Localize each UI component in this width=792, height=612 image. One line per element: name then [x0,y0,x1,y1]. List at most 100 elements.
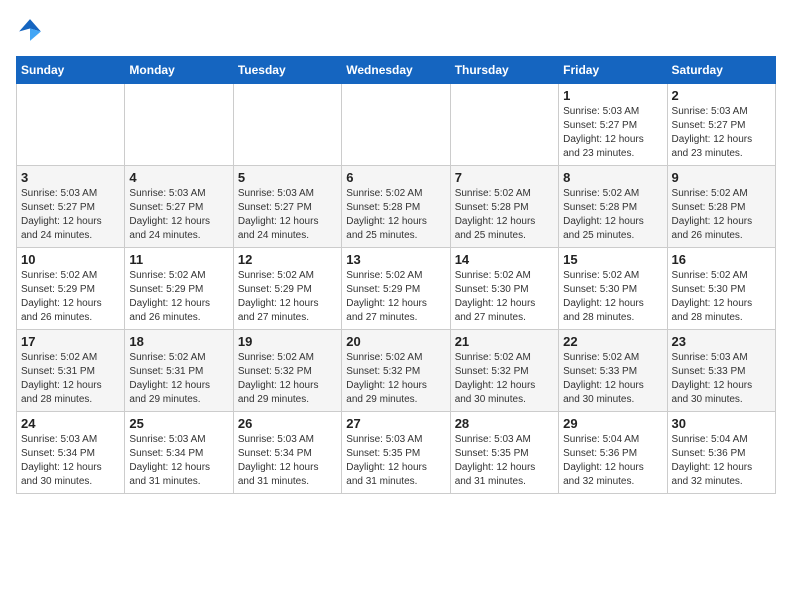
day-number: 3 [21,170,120,185]
day-info: Sunrise: 5:02 AM Sunset: 5:29 PM Dayligh… [129,269,228,325]
day-number: 21 [455,334,554,349]
day-info: Sunrise: 5:03 AM Sunset: 5:34 PM Dayligh… [21,433,120,489]
calendar-day-cell: 5 Sunrise: 5:03 AM Sunset: 5:27 PM Daylig… [233,166,341,248]
day-number: 29 [563,416,662,431]
calendar-day-cell [233,84,341,166]
calendar-day-cell: 16 Sunrise: 5:02 AM Sunset: 5:30 PM Dayli… [667,248,775,330]
day-number: 16 [672,252,771,267]
calendar-day-cell: 13 Sunrise: 5:02 AM Sunset: 5:29 PM Dayli… [342,248,450,330]
day-info: Sunrise: 5:02 AM Sunset: 5:30 PM Dayligh… [455,269,554,325]
calendar-day-cell: 19 Sunrise: 5:02 AM Sunset: 5:32 PM Dayli… [233,330,341,412]
day-number: 7 [455,170,554,185]
day-number: 5 [238,170,337,185]
day-number: 4 [129,170,228,185]
day-number: 19 [238,334,337,349]
day-info: Sunrise: 5:02 AM Sunset: 5:28 PM Dayligh… [455,187,554,243]
day-number: 24 [21,416,120,431]
day-info: Sunrise: 5:03 AM Sunset: 5:27 PM Dayligh… [672,105,771,161]
weekday-header: Monday [125,57,233,84]
calendar-week-row: 24 Sunrise: 5:03 AM Sunset: 5:34 PM Dayli… [17,412,776,494]
day-info: Sunrise: 5:02 AM Sunset: 5:29 PM Dayligh… [346,269,445,325]
weekday-header: Tuesday [233,57,341,84]
day-number: 27 [346,416,445,431]
page-header [16,16,776,44]
day-number: 1 [563,88,662,103]
weekday-header: Wednesday [342,57,450,84]
day-info: Sunrise: 5:03 AM Sunset: 5:35 PM Dayligh… [455,433,554,489]
calendar-day-cell: 29 Sunrise: 5:04 AM Sunset: 5:36 PM Dayli… [559,412,667,494]
day-info: Sunrise: 5:03 AM Sunset: 5:27 PM Dayligh… [563,105,662,161]
day-info: Sunrise: 5:04 AM Sunset: 5:36 PM Dayligh… [563,433,662,489]
calendar-day-cell: 17Sunrise: 5:02 AM Sunset: 5:31 PM Dayli… [17,330,125,412]
day-info: Sunrise: 5:02 AM Sunset: 5:29 PM Dayligh… [238,269,337,325]
weekday-header: Saturday [667,57,775,84]
calendar-week-row: 1 Sunrise: 5:03 AM Sunset: 5:27 PM Daylig… [17,84,776,166]
calendar-day-cell: 24 Sunrise: 5:03 AM Sunset: 5:34 PM Dayli… [17,412,125,494]
calendar-day-cell: 30Sunrise: 5:04 AM Sunset: 5:36 PM Dayli… [667,412,775,494]
calendar-week-row: 10 Sunrise: 5:02 AM Sunset: 5:29 PM Dayli… [17,248,776,330]
calendar-day-cell: 4 Sunrise: 5:03 AM Sunset: 5:27 PM Daylig… [125,166,233,248]
day-info: Sunrise: 5:03 AM Sunset: 5:27 PM Dayligh… [238,187,337,243]
calendar-day-cell: 8 Sunrise: 5:02 AM Sunset: 5:28 PM Daylig… [559,166,667,248]
day-number: 12 [238,252,337,267]
day-number: 30 [672,416,771,431]
calendar-day-cell: 21 Sunrise: 5:02 AM Sunset: 5:32 PM Dayli… [450,330,558,412]
calendar-day-cell: 27 Sunrise: 5:03 AM Sunset: 5:35 PM Dayli… [342,412,450,494]
day-info: Sunrise: 5:03 AM Sunset: 5:34 PM Dayligh… [129,433,228,489]
day-number: 15 [563,252,662,267]
calendar-day-cell [342,84,450,166]
day-info: Sunrise: 5:03 AM Sunset: 5:27 PM Dayligh… [129,187,228,243]
weekday-header-row: SundayMondayTuesdayWednesdayThursdayFrid… [17,57,776,84]
calendar-day-cell: 10 Sunrise: 5:02 AM Sunset: 5:29 PM Dayli… [17,248,125,330]
day-number: 14 [455,252,554,267]
calendar-day-cell: 20Sunrise: 5:02 AM Sunset: 5:32 PM Dayli… [342,330,450,412]
day-number: 25 [129,416,228,431]
day-number: 8 [563,170,662,185]
calendar-week-row: 17 Sunrise: 5:02 AM Sunset: 5:31 PM Dayli… [17,330,776,412]
day-info: Sunrise: 5:02 AM Sunset: 5:32 PM Dayligh… [455,351,554,407]
day-info: Sunrise: 5:02 AM Sunset: 5:33 PM Dayligh… [563,351,662,407]
calendar-day-cell: 25 Sunrise: 5:03 AM Sunset: 5:34 PM Dayli… [125,412,233,494]
day-info: Sunrise: 5:03 AM Sunset: 5:27 PM Dayligh… [21,187,120,243]
day-number: 18 [129,334,228,349]
day-info: Sunrise: 5:03 AM Sunset: 5:34 PM Dayligh… [238,433,337,489]
calendar-day-cell: 2 Sunrise: 5:03 AM Sunset: 5:27 PM Daylig… [667,84,775,166]
logo-icon [16,16,44,44]
day-number: 2 [672,88,771,103]
calendar-day-cell: 6 Sunrise: 5:02 AM Sunset: 5:28 PM Daylig… [342,166,450,248]
day-number: 28 [455,416,554,431]
day-info: Sunrise: 5:02 AM Sunset: 5:28 PM Dayligh… [563,187,662,243]
calendar-day-cell: 11Sunrise: 5:02 AM Sunset: 5:29 PM Dayli… [125,248,233,330]
day-info: Sunrise: 5:02 AM Sunset: 5:29 PM Dayligh… [21,269,120,325]
day-info: Sunrise: 5:02 AM Sunset: 5:28 PM Dayligh… [346,187,445,243]
day-info: Sunrise: 5:02 AM Sunset: 5:32 PM Dayligh… [238,351,337,407]
day-info: Sunrise: 5:03 AM Sunset: 5:33 PM Dayligh… [672,351,771,407]
day-info: Sunrise: 5:02 AM Sunset: 5:28 PM Dayligh… [672,187,771,243]
weekday-header: Friday [559,57,667,84]
day-number: 10 [21,252,120,267]
day-number: 6 [346,170,445,185]
day-number: 17 [21,334,120,349]
day-info: Sunrise: 5:03 AM Sunset: 5:35 PM Dayligh… [346,433,445,489]
day-info: Sunrise: 5:02 AM Sunset: 5:30 PM Dayligh… [563,269,662,325]
calendar-day-cell: 15 Sunrise: 5:02 AM Sunset: 5:30 PM Dayli… [559,248,667,330]
day-number: 13 [346,252,445,267]
day-number: 23 [672,334,771,349]
calendar-day-cell: 12 Sunrise: 5:02 AM Sunset: 5:29 PM Dayli… [233,248,341,330]
weekday-header: Thursday [450,57,558,84]
day-info: Sunrise: 5:02 AM Sunset: 5:32 PM Dayligh… [346,351,445,407]
day-info: Sunrise: 5:02 AM Sunset: 5:31 PM Dayligh… [129,351,228,407]
weekday-header: Sunday [17,57,125,84]
day-number: 9 [672,170,771,185]
calendar-day-cell: 28 Sunrise: 5:03 AM Sunset: 5:35 PM Dayli… [450,412,558,494]
day-info: Sunrise: 5:02 AM Sunset: 5:30 PM Dayligh… [672,269,771,325]
calendar-day-cell [125,84,233,166]
calendar-day-cell: 23 Sunrise: 5:03 AM Sunset: 5:33 PM Dayli… [667,330,775,412]
calendar-day-cell: 26Sunrise: 5:03 AM Sunset: 5:34 PM Dayli… [233,412,341,494]
calendar-day-cell: 14 Sunrise: 5:02 AM Sunset: 5:30 PM Dayli… [450,248,558,330]
calendar-day-cell: 3 Sunrise: 5:03 AM Sunset: 5:27 PM Daylig… [17,166,125,248]
calendar-day-cell: 1 Sunrise: 5:03 AM Sunset: 5:27 PM Daylig… [559,84,667,166]
calendar-day-cell: 22Sunrise: 5:02 AM Sunset: 5:33 PM Dayli… [559,330,667,412]
logo [16,16,48,44]
calendar-day-cell [17,84,125,166]
